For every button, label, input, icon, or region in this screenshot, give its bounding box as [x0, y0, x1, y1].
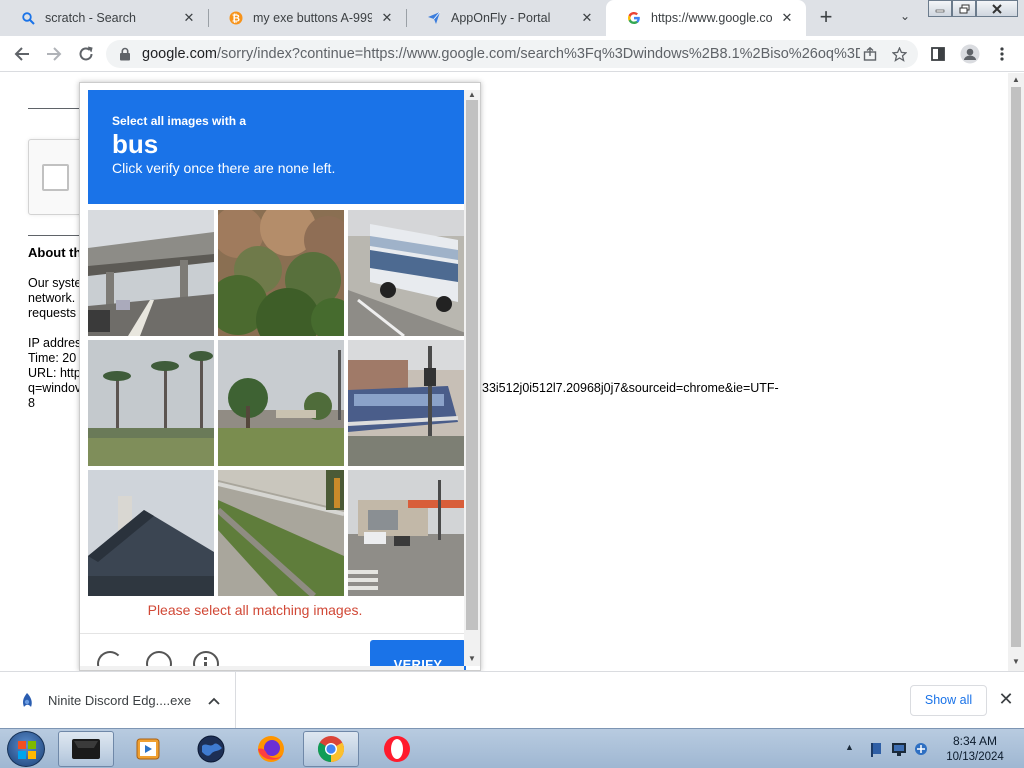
challenge-error-message: Please select all matching images. — [147, 602, 363, 618]
close-icon[interactable]: ✕ — [996, 689, 1016, 709]
file-explorer-app[interactable] — [58, 731, 114, 767]
url-label-text: URL: http — [28, 366, 81, 380]
image-tile-foliage-bushes[interactable] — [218, 210, 344, 336]
paper-plane-icon — [426, 10, 442, 26]
scroll-down-arrow-icon[interactable]: ▼ — [1008, 657, 1024, 669]
divider — [28, 235, 80, 236]
show-hidden-icons-icon[interactable]: ▲ — [845, 742, 854, 752]
close-icon[interactable]: ✕ — [378, 9, 396, 27]
windows-taskbar: ▲ 8:34 AM 10/13/2024 — [0, 728, 1024, 768]
tab-title: my exe buttons A-999 Du — [253, 11, 372, 25]
bitcoin-icon: ₿ — [228, 10, 244, 26]
clock-time: 8:34 AM — [952, 734, 998, 748]
image-tile-palm-trees[interactable] — [88, 340, 214, 466]
tab-title: AppOnFly - Portal — [451, 11, 551, 25]
image-tile-park-street[interactable] — [218, 340, 344, 466]
start-button[interactable] — [7, 731, 45, 767]
reload-icon[interactable] — [73, 41, 99, 67]
image-tile-bus-side[interactable] — [348, 210, 474, 336]
download-item[interactable]: Ninite Discord Edg....exe — [0, 672, 236, 729]
chevron-up-icon[interactable] — [208, 694, 220, 708]
side-panel-icon[interactable] — [925, 41, 951, 67]
time-text: Time: 20 — [28, 351, 77, 365]
menu-kebab-icon[interactable] — [989, 41, 1015, 67]
tab-scratch-search[interactable]: scratch - Search ✕ — [0, 0, 208, 36]
clock-date: 10/13/2024 — [946, 751, 1004, 763]
show-all-button[interactable]: Show all — [910, 685, 987, 716]
url-value-tail: 33i512j0i512l7.20968j0j7&sourceid=chrome… — [482, 381, 779, 395]
close-icon[interactable]: ✕ — [778, 9, 796, 27]
image-tile-street-intersection[interactable] — [348, 470, 474, 596]
divider — [28, 108, 80, 109]
google-icon — [626, 10, 642, 26]
system-clock[interactable]: 8:34 AM 10/13/2024 — [935, 733, 1015, 765]
challenge-target-word: bus — [112, 129, 159, 159]
forward-arrow-icon[interactable] — [41, 41, 67, 67]
download-shelf: Ninite Discord Edg....exe Show all ✕ — [0, 671, 1024, 729]
browser-toolbar: google.com/sorry/index?continue=https://… — [0, 36, 1024, 72]
scrollbar-thumb[interactable] — [1011, 87, 1021, 647]
ninite-file-icon — [23, 692, 32, 707]
recaptcha-checkbox[interactable] — [42, 164, 69, 191]
address-bar[interactable]: google.com/sorry/index?continue=https://… — [106, 40, 918, 68]
scroll-up-arrow-icon[interactable]: ▲ — [464, 90, 480, 99]
action-center-flag-icon[interactable] — [869, 741, 885, 757]
new-tab-button[interactable]: + — [814, 6, 838, 30]
tab-google-active[interactable]: https://www.google.com ✕ — [606, 0, 806, 36]
restore-button[interactable] — [952, 0, 976, 17]
tab-exe-buttons[interactable]: ₿ my exe buttons A-999 Du ✕ — [208, 0, 406, 36]
profile-avatar-icon[interactable] — [957, 41, 983, 67]
minimize-button[interactable] — [928, 0, 952, 17]
challenge-header: Select all images with a bus Click verif… — [88, 90, 464, 204]
chrome-app[interactable] — [303, 731, 359, 767]
image-tile-road-guardrail[interactable] — [218, 470, 344, 596]
challenge-scrollbar[interactable]: ▲ ▼ — [464, 90, 480, 666]
tab-title: https://www.google.com — [651, 11, 772, 25]
body-text: network. — [28, 291, 76, 305]
scroll-up-arrow-icon[interactable]: ▲ — [1008, 75, 1024, 87]
image-tile-overpass-highway[interactable] — [88, 210, 214, 336]
close-icon[interactable]: ✕ — [180, 9, 198, 27]
about-heading: About th — [28, 245, 82, 260]
display-monitor-icon[interactable] — [891, 741, 907, 757]
opera-app[interactable] — [369, 731, 425, 767]
body-text: Our syste — [28, 276, 82, 290]
back-arrow-icon[interactable] — [9, 41, 35, 67]
close-window-button[interactable] — [976, 0, 1018, 17]
network-icon[interactable] — [913, 741, 929, 757]
globe-app[interactable] — [183, 731, 239, 767]
url-text: google.com/sorry/index?continue=https://… — [142, 46, 860, 62]
scroll-down-arrow-icon[interactable]: ▼ — [464, 654, 480, 663]
image-tile-house-roof[interactable] — [88, 470, 214, 596]
download-filename: Ninite Discord Edg....exe — [48, 693, 192, 708]
challenge-subtext: Click verify once there are none left. — [112, 160, 336, 176]
tab-search-chevron-icon[interactable]: ⌄ — [895, 9, 915, 27]
image-tile-bus-front[interactable] — [348, 340, 474, 466]
media-player-app[interactable] — [120, 731, 176, 767]
tab-title: scratch - Search — [45, 11, 137, 25]
challenge-instruction: Select all images with a — [112, 114, 247, 128]
lock-icon[interactable] — [118, 47, 132, 61]
close-icon[interactable]: ✕ — [578, 9, 596, 27]
tab-apponfly-portal[interactable]: AppOnFly - Portal ✕ — [406, 0, 606, 36]
url-value-text: q=windov — [28, 381, 82, 395]
tab-strip: scratch - Search ✕ ₿ my exe buttons A-99… — [0, 0, 1024, 36]
url-value-text: 8 — [28, 396, 35, 410]
svg-text:₿: ₿ — [232, 13, 240, 25]
recaptcha-challenge-popup: Select all images with a bus Click verif… — [79, 82, 481, 671]
search-icon — [20, 10, 36, 26]
firefox-app[interactable] — [243, 731, 299, 767]
page-scrollbar[interactable]: ▲ ▼ — [1008, 73, 1024, 671]
scrollbar-thumb[interactable] — [466, 100, 478, 630]
body-text: requests — [28, 306, 76, 320]
share-icon[interactable] — [860, 44, 880, 64]
ip-address-text: IP addres — [28, 336, 82, 350]
star-icon[interactable] — [889, 44, 909, 64]
